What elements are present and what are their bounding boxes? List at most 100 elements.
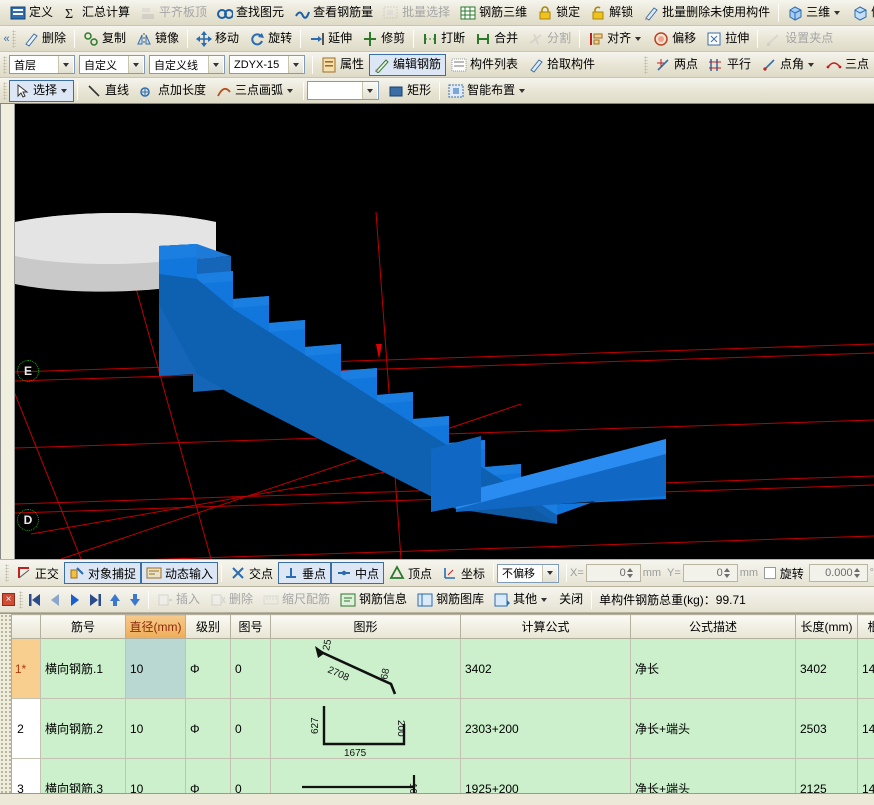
column-header-diameter[interactable]: 直径(mm)	[125, 614, 186, 639]
snap-mode-midpoint-icon[interactable]: 中点	[331, 562, 385, 584]
cell-description[interactable]: 净长+端头	[630, 698, 796, 759]
column-header-grade[interactable]: 级别	[185, 614, 231, 639]
chevron-down-icon[interactable]	[58, 56, 73, 73]
snap-mode-coordinate-icon[interactable]: 坐标	[437, 562, 490, 584]
chevron-down-icon[interactable]	[541, 597, 548, 602]
y-spinner[interactable]	[723, 565, 735, 581]
toolbar-grip[interactable]	[643, 55, 648, 74]
chevron-down-icon[interactable]	[128, 56, 143, 73]
chevron-down-icon[interactable]	[807, 62, 814, 67]
toolbar-button-cursor-icon[interactable]: 选择	[9, 79, 75, 102]
column-header-length[interactable]: 长度(mm)	[795, 614, 858, 639]
toolbar-grip[interactable]	[3, 55, 7, 74]
toolbar-button-close-panel-icon[interactable]: 关闭	[554, 589, 588, 611]
cell-formula[interactable]: 2303+200	[460, 698, 631, 759]
offset-mode-combo[interactable]: 不偏移	[497, 563, 560, 583]
toolbar-button-properties-icon[interactable]: 属性	[316, 54, 369, 76]
column-header-name[interactable]: 筋号	[40, 614, 126, 639]
toolbar-button-break-icon[interactable]: 打断	[417, 28, 470, 50]
toolbar-button-copy-icon[interactable]: 复制	[78, 28, 131, 50]
toolbar-button-rebar-info-icon[interactable]: 钢筋信息	[335, 589, 412, 611]
column-header-formula[interactable]: 计算公式	[460, 614, 631, 639]
column-header-shape_no[interactable]: 图号	[230, 614, 271, 639]
column-header-shape[interactable]: 图形	[270, 614, 461, 639]
y-input[interactable]: 0	[682, 564, 738, 582]
toolbar-button-define-icon[interactable]: 定义	[5, 2, 58, 24]
toolbar-button-component-list-icon[interactable]: 构件列表	[446, 54, 523, 76]
cell-count[interactable]: 14	[857, 758, 874, 793]
toolbar-button-offset-icon[interactable]: 偏移	[648, 28, 701, 50]
cell-diameter[interactable]: 10	[125, 758, 186, 793]
table-left-grip[interactable]	[0, 614, 12, 793]
cell-grade[interactable]: Φ	[185, 698, 231, 759]
chevron-down-icon[interactable]	[362, 82, 378, 99]
prev-record[interactable]	[45, 590, 65, 610]
snap-toggle-osnap-icon[interactable]: 对象捕捉	[63, 562, 141, 584]
move-down[interactable]	[125, 590, 145, 610]
toolbar-button-rectangle-icon[interactable]: 矩形	[383, 80, 436, 102]
combo-floor[interactable]: 首层	[9, 55, 75, 74]
snap-mode-intersection-icon[interactable]: 交点	[225, 562, 278, 584]
cell-diameter[interactable]: 10	[125, 698, 186, 759]
toolbar-button-align-icon[interactable]: 对齐	[583, 28, 648, 50]
toolbar-button-lock-icon[interactable]: 锁定	[532, 2, 585, 24]
viewport-3d[interactable]: E D Z Y 1400	[0, 104, 874, 559]
move-up[interactable]	[105, 590, 125, 610]
toolbar-button-move-icon[interactable]: 移动	[191, 28, 244, 50]
cell-count[interactable]: 14	[857, 698, 874, 759]
x-spinner[interactable]	[626, 565, 638, 581]
toolbar-button-extend-icon[interactable]: 延伸	[304, 28, 357, 50]
toolbar-button-rotate-icon[interactable]: 旋转	[244, 28, 297, 50]
toolbar-button-point-length-icon[interactable]: 点加长度	[134, 80, 211, 102]
toolbar-button-mirror-icon[interactable]: 镜像	[131, 28, 184, 50]
cell-name[interactable]: 横向钢筋.1	[40, 638, 126, 699]
table-row[interactable]: 1*横向钢筋.110Φ02552708683402净长340214	[0, 638, 874, 699]
chevron-down-icon[interactable]	[834, 10, 841, 15]
close-icon[interactable]: ×	[2, 593, 15, 606]
toolbar-grip[interactable]	[5, 564, 9, 582]
toolbar-button-other-icon[interactable]: 其他	[489, 589, 554, 611]
toolbar-button-delete-icon[interactable]: 删除	[18, 28, 71, 50]
cell-name[interactable]: 横向钢筋.2	[40, 698, 126, 759]
snap-mode-vertex-icon[interactable]: 顶点	[384, 562, 437, 584]
snap-toggle-ortho-icon[interactable]: 正交	[11, 562, 64, 584]
chevron-down-icon[interactable]	[542, 564, 558, 582]
toolbar-button-rebar-library-icon[interactable]: 钢筋图库	[412, 589, 489, 611]
toolbar-button-batch-delete-icon[interactable]: 批量删除未使用构件	[638, 2, 775, 24]
cell-count[interactable]: 14	[857, 638, 874, 699]
cell-description[interactable]: 净长+端头	[630, 758, 796, 793]
first-record[interactable]	[25, 590, 45, 610]
combo-component-kind[interactable]: 自定义线	[149, 55, 225, 74]
chevron-down-icon[interactable]	[288, 56, 303, 73]
toolbar-button-pick-component-icon[interactable]: 拾取构件	[523, 54, 600, 76]
toolbar-button-cube-icon[interactable]: 三维	[782, 2, 847, 24]
toolbar-button-parallel-icon[interactable]: 平行	[703, 54, 756, 76]
rotate-spinner[interactable]	[853, 565, 865, 581]
cell-description[interactable]: 净长	[630, 638, 796, 699]
cell-formula[interactable]: 3402	[460, 638, 631, 699]
column-header-count[interactable]: 根数	[857, 614, 874, 639]
chevron-down-icon[interactable]	[61, 88, 68, 93]
chevron-down-icon[interactable]	[519, 88, 526, 93]
cell-grade[interactable]: Φ	[185, 758, 231, 793]
toolbar-button-point-angle-icon[interactable]: 点角	[756, 54, 821, 76]
combo-component-type[interactable]: 自定义	[79, 55, 145, 74]
cell-diameter[interactable]: 10	[125, 638, 186, 699]
rotate-checkbox[interactable]	[764, 567, 776, 579]
chevron-down-icon[interactable]	[287, 88, 294, 93]
draw-blank-combo[interactable]	[307, 81, 380, 100]
toolbar-button-merge-icon[interactable]: 合并	[470, 28, 523, 50]
toolbar-grip[interactable]	[12, 29, 16, 48]
x-input[interactable]: 0	[585, 564, 641, 582]
rotate-input[interactable]: 0.000	[808, 564, 868, 582]
toolbar-button-trim-icon[interactable]: 修剪	[357, 28, 410, 50]
toolbar-grip[interactable]	[19, 590, 23, 609]
toolbar-button-stretch-icon[interactable]: 拉伸	[701, 28, 754, 50]
snap-mode-perpendicular-icon[interactable]: 垂点	[277, 562, 331, 584]
toolbar-button-smart-layout-icon[interactable]: 智能布置	[443, 80, 532, 102]
chevron-down-icon[interactable]	[635, 36, 642, 41]
cell-shape_no[interactable]: 0	[230, 638, 271, 699]
cell-length[interactable]: 2503	[795, 698, 858, 759]
toolbar-button-cube-top-icon[interactable]: 俯视	[847, 2, 874, 24]
cell-length[interactable]: 2125	[795, 758, 858, 793]
